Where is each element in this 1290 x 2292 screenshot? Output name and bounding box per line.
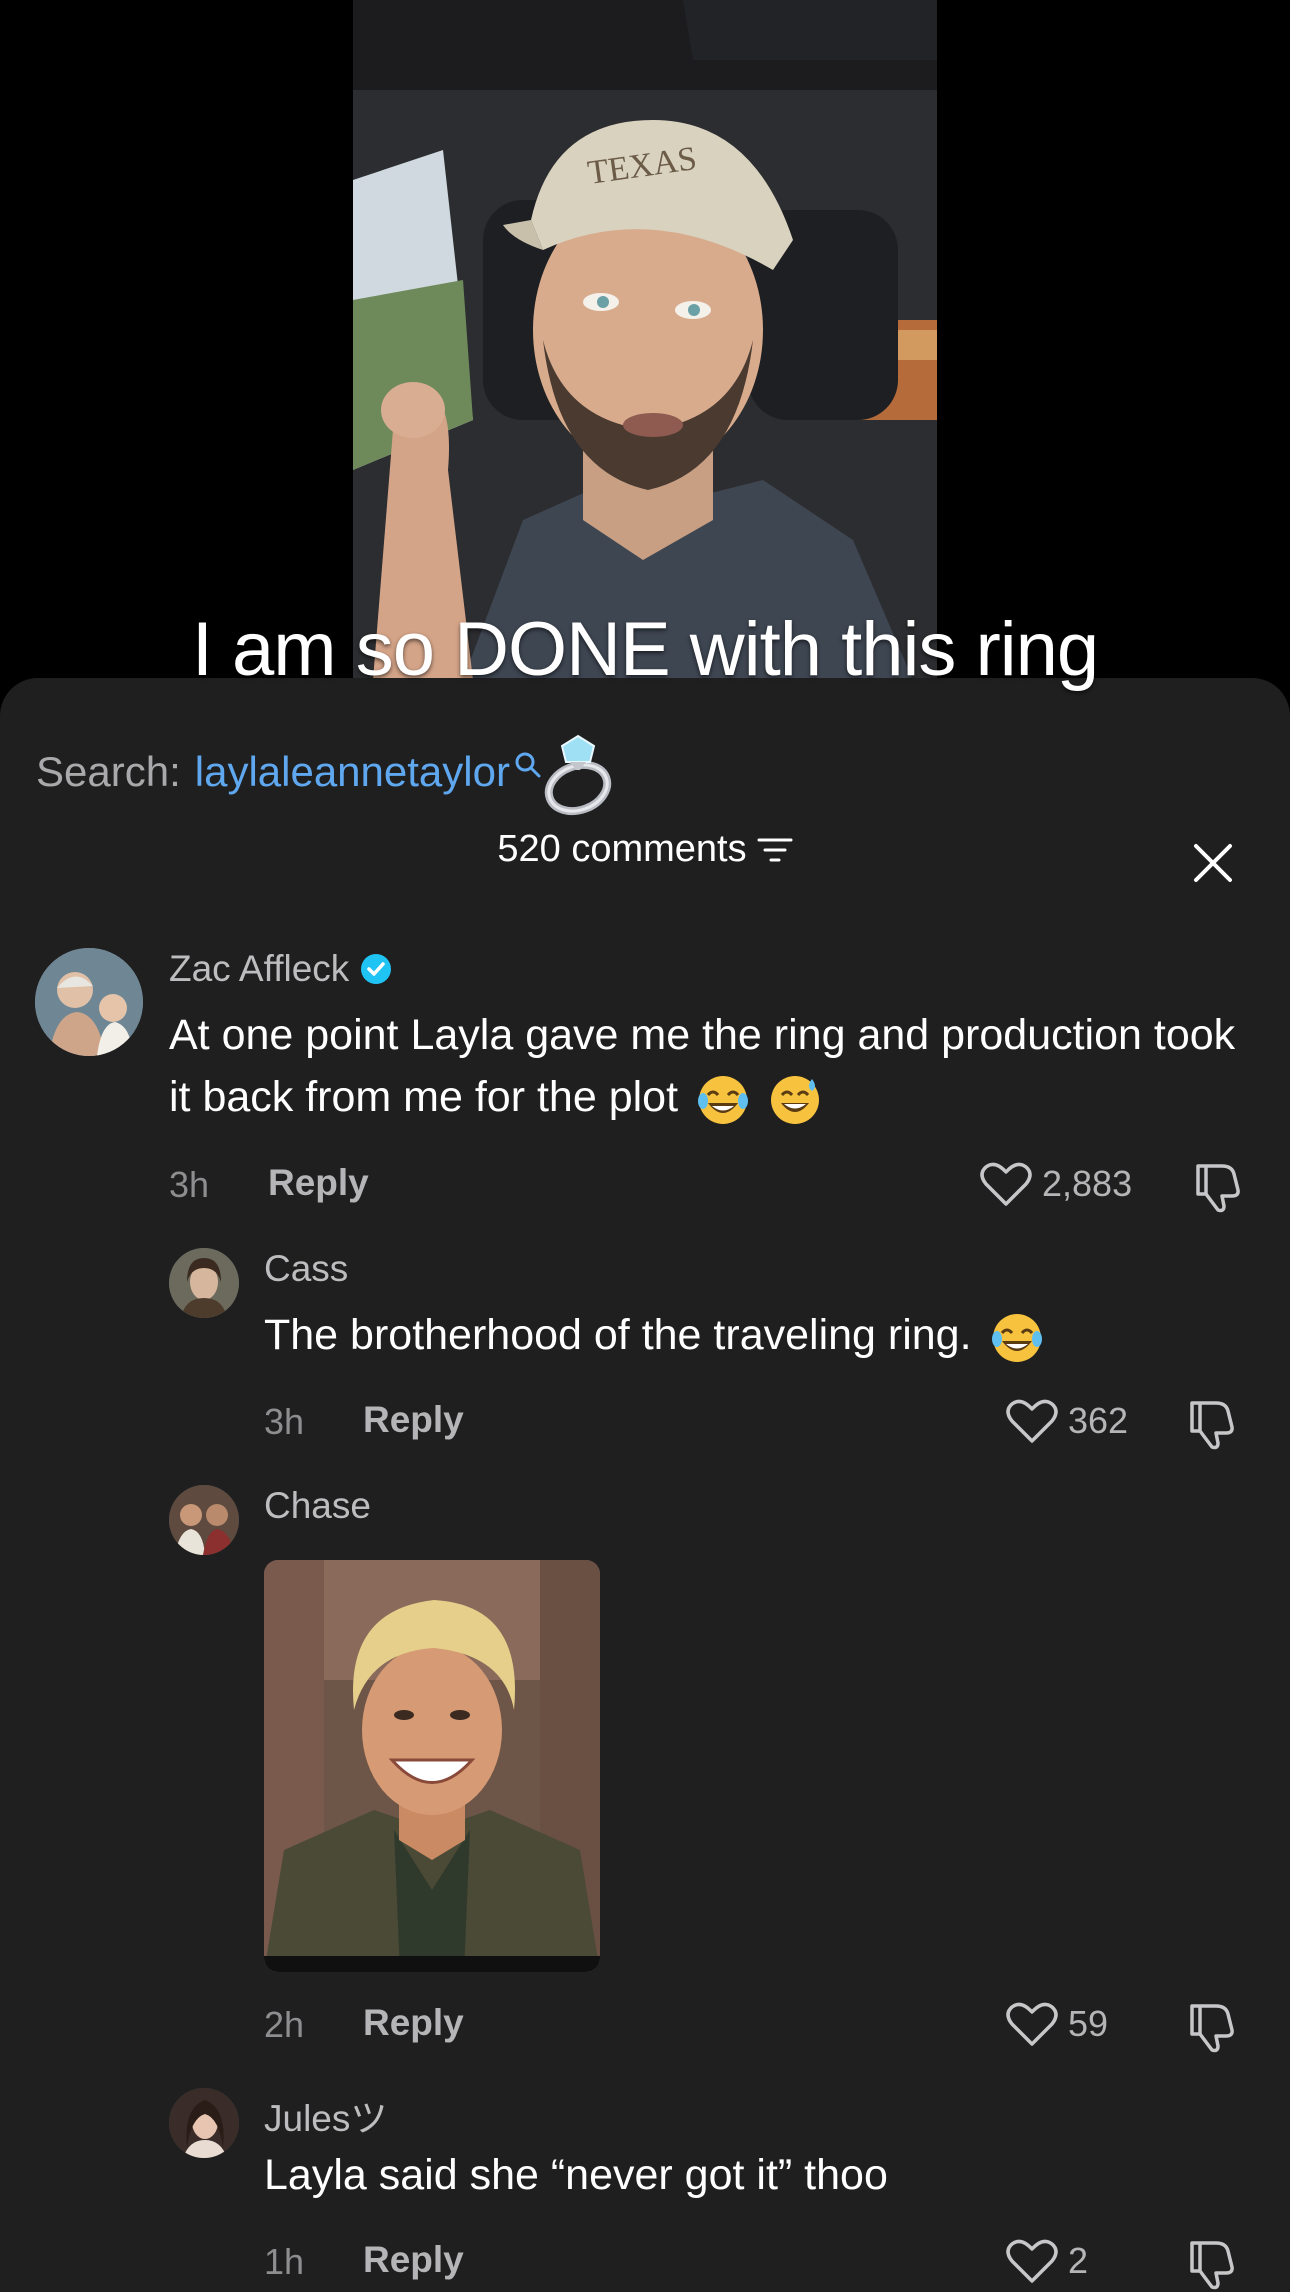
reply-button[interactable]: Reply: [363, 2239, 464, 2281]
comment-time: 2h: [264, 2004, 305, 2045]
laughing-tears-emoji-icon: [697, 1075, 748, 1124]
like-button[interactable]: 2,883: [980, 1160, 1132, 1208]
dislike-icon[interactable]: [1186, 1397, 1238, 1451]
ring-emoji-icon: [544, 734, 612, 816]
reply-button[interactable]: Reply: [363, 2002, 464, 2044]
avatar[interactable]: [169, 2088, 239, 2158]
comment-time: 3h: [169, 1164, 210, 1205]
like-button[interactable]: 362: [1006, 1397, 1128, 1445]
comment-username[interactable]: Chase: [264, 1485, 371, 1527]
comment-count: 520 comments: [497, 828, 747, 870]
avatar[interactable]: [35, 948, 143, 1056]
heart-icon: [1006, 2002, 1058, 2046]
video-player[interactable]: TEXAS I am so DONE with this ring: [0, 0, 1290, 700]
comment-text: The brotherhood of the traveling ring.: [264, 1304, 1254, 1366]
sort-filter-icon: [757, 838, 793, 861]
video-still-image: TEXAS: [353, 0, 937, 680]
comment-username[interactable]: Cass: [264, 1248, 348, 1290]
reply-button[interactable]: Reply: [363, 1399, 464, 1441]
like-button[interactable]: 2: [1006, 2237, 1088, 2285]
close-icon[interactable]: [1190, 840, 1236, 886]
comment-text: At one point Layla gave me the ring and …: [169, 1004, 1259, 1128]
comment-text: Layla said she “never got it” thoo: [264, 2151, 888, 2199]
comment-username[interactable]: Julesツ: [264, 2088, 387, 2142]
search-label: Search:: [36, 748, 181, 795]
video-caption: I am so DONE with this ring: [191, 607, 1099, 692]
verified-badge-icon: [361, 954, 392, 984]
like-button[interactable]: 59: [1006, 2000, 1108, 2048]
sort-comments-button[interactable]: 520 comments: [497, 828, 793, 871]
like-count: 59: [1068, 2003, 1109, 2044]
dislike-icon[interactable]: [1186, 2000, 1238, 2054]
reply-button[interactable]: Reply: [268, 1162, 369, 1204]
video-frame: TEXAS: [353, 0, 937, 680]
like-count: 2: [1068, 2240, 1089, 2281]
search-icon: [515, 752, 541, 778]
comment-time: 1h: [264, 2241, 305, 2282]
comment-gif-image[interactable]: [264, 1560, 600, 1972]
comments-header: 520 comments: [0, 828, 1290, 871]
search-term-link[interactable]: laylaleannetaylor: [195, 748, 510, 796]
dislike-icon[interactable]: [1186, 2237, 1238, 2291]
like-count: 362: [1068, 1400, 1129, 1441]
heart-icon: [1006, 1399, 1058, 1443]
grinning-sweat-emoji-icon: [770, 1075, 819, 1124]
like-count: 2,883: [1042, 1163, 1133, 1204]
heart-icon: [980, 1162, 1032, 1206]
avatar[interactable]: [169, 1485, 239, 1555]
laughing-tears-emoji-icon: [991, 1313, 1042, 1362]
avatar[interactable]: [169, 1248, 239, 1318]
heart-icon: [1006, 2239, 1058, 2283]
comment-time: 3h: [264, 1401, 305, 1442]
dislike-icon[interactable]: [1192, 1160, 1244, 1214]
search-suggestion[interactable]: Search: laylaleannetaylor: [36, 724, 622, 820]
comment-username[interactable]: Zac Affleck: [169, 948, 393, 990]
comments-sheet: Search: laylaleannetaylor 520 comments Z…: [0, 678, 1290, 2292]
